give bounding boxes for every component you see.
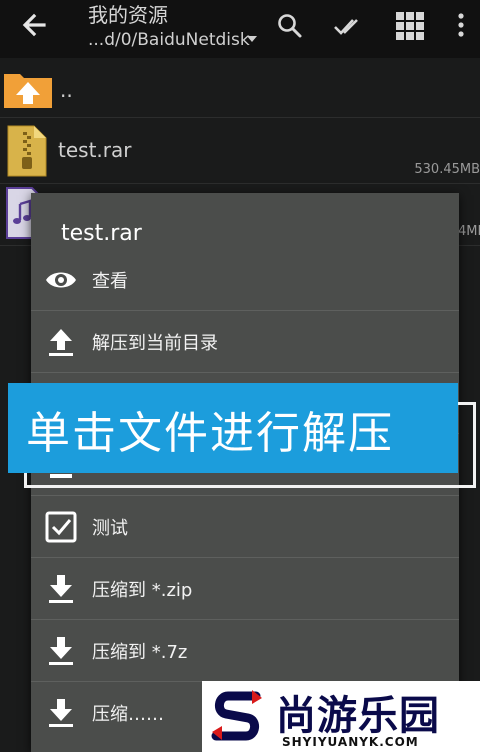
- current-path[interactable]: ...d/0/BaiduNetdisk: [88, 28, 268, 52]
- caption-text: 单击文件进行解压: [26, 408, 394, 459]
- brand-url: SHYIYUANYK.COM: [282, 735, 419, 749]
- parent-folder-label: ..: [60, 78, 73, 102]
- path-dropdown-icon: [247, 36, 257, 42]
- menu-item-label: 压缩到 *.zip: [92, 580, 193, 601]
- brand-name: 尚游乐园: [276, 693, 440, 739]
- page-title: 我的资源: [88, 3, 168, 27]
- caption-banner: 单击文件进行解压: [8, 383, 458, 473]
- upload-icon: [49, 329, 73, 356]
- menu-item-extract-here[interactable]: 解压到当前目录: [31, 310, 459, 371]
- menu-item-label: 压缩……: [92, 704, 164, 725]
- archive-file-icon: [7, 125, 47, 177]
- search-button[interactable]: [272, 10, 308, 42]
- file-name: test.rar: [58, 138, 132, 162]
- search-icon: [278, 14, 302, 38]
- download-icon: [49, 575, 73, 603]
- brand-logo-icon: [211, 690, 262, 741]
- select-all-button[interactable]: [332, 10, 368, 42]
- menu-item-compress-7z[interactable]: 压缩到 *.7z: [31, 619, 459, 680]
- view-mode-button[interactable]: [393, 10, 429, 42]
- site-watermark: 尚游乐园 SHYIYUANYK.COM: [202, 681, 480, 752]
- back-button[interactable]: [14, 6, 54, 46]
- menu-item-label: 查看: [92, 271, 128, 292]
- overflow-menu-button[interactable]: [446, 10, 476, 42]
- eye-icon: [46, 272, 76, 288]
- menu-item-compress-zip[interactable]: 压缩到 *.zip: [31, 557, 459, 618]
- double-check-icon: [334, 19, 358, 35]
- file-size: 4MB: [458, 224, 480, 239]
- top-app-bar: 我的资源 ...d/0/BaiduNetdisk: [0, 0, 480, 58]
- menu-item-label: 测试: [92, 518, 128, 539]
- more-vert-icon: [458, 13, 464, 37]
- menu-item-view[interactable]: 查看: [31, 249, 459, 310]
- list-item-parent-folder[interactable]: ..: [0, 60, 480, 118]
- folder-up-icon: [4, 74, 52, 108]
- menu-item-label: 解压到当前目录: [92, 333, 218, 354]
- dialog-title: test.rar: [61, 221, 142, 246]
- file-size: 530.45MB: [414, 162, 480, 177]
- grid-view-icon: [396, 12, 424, 40]
- back-arrow-icon: [22, 13, 46, 37]
- menu-item-test[interactable]: 测试: [31, 495, 459, 556]
- download-icon: [49, 699, 73, 727]
- checkbox-icon: [45, 511, 77, 543]
- menu-item-label: 压缩到 *.7z: [92, 642, 188, 663]
- title-block: 我的资源 ...d/0/BaiduNetdisk: [88, 2, 268, 52]
- list-item-test-rar[interactable]: test.rar 530.45MB: [0, 120, 480, 184]
- download-icon: [49, 637, 73, 665]
